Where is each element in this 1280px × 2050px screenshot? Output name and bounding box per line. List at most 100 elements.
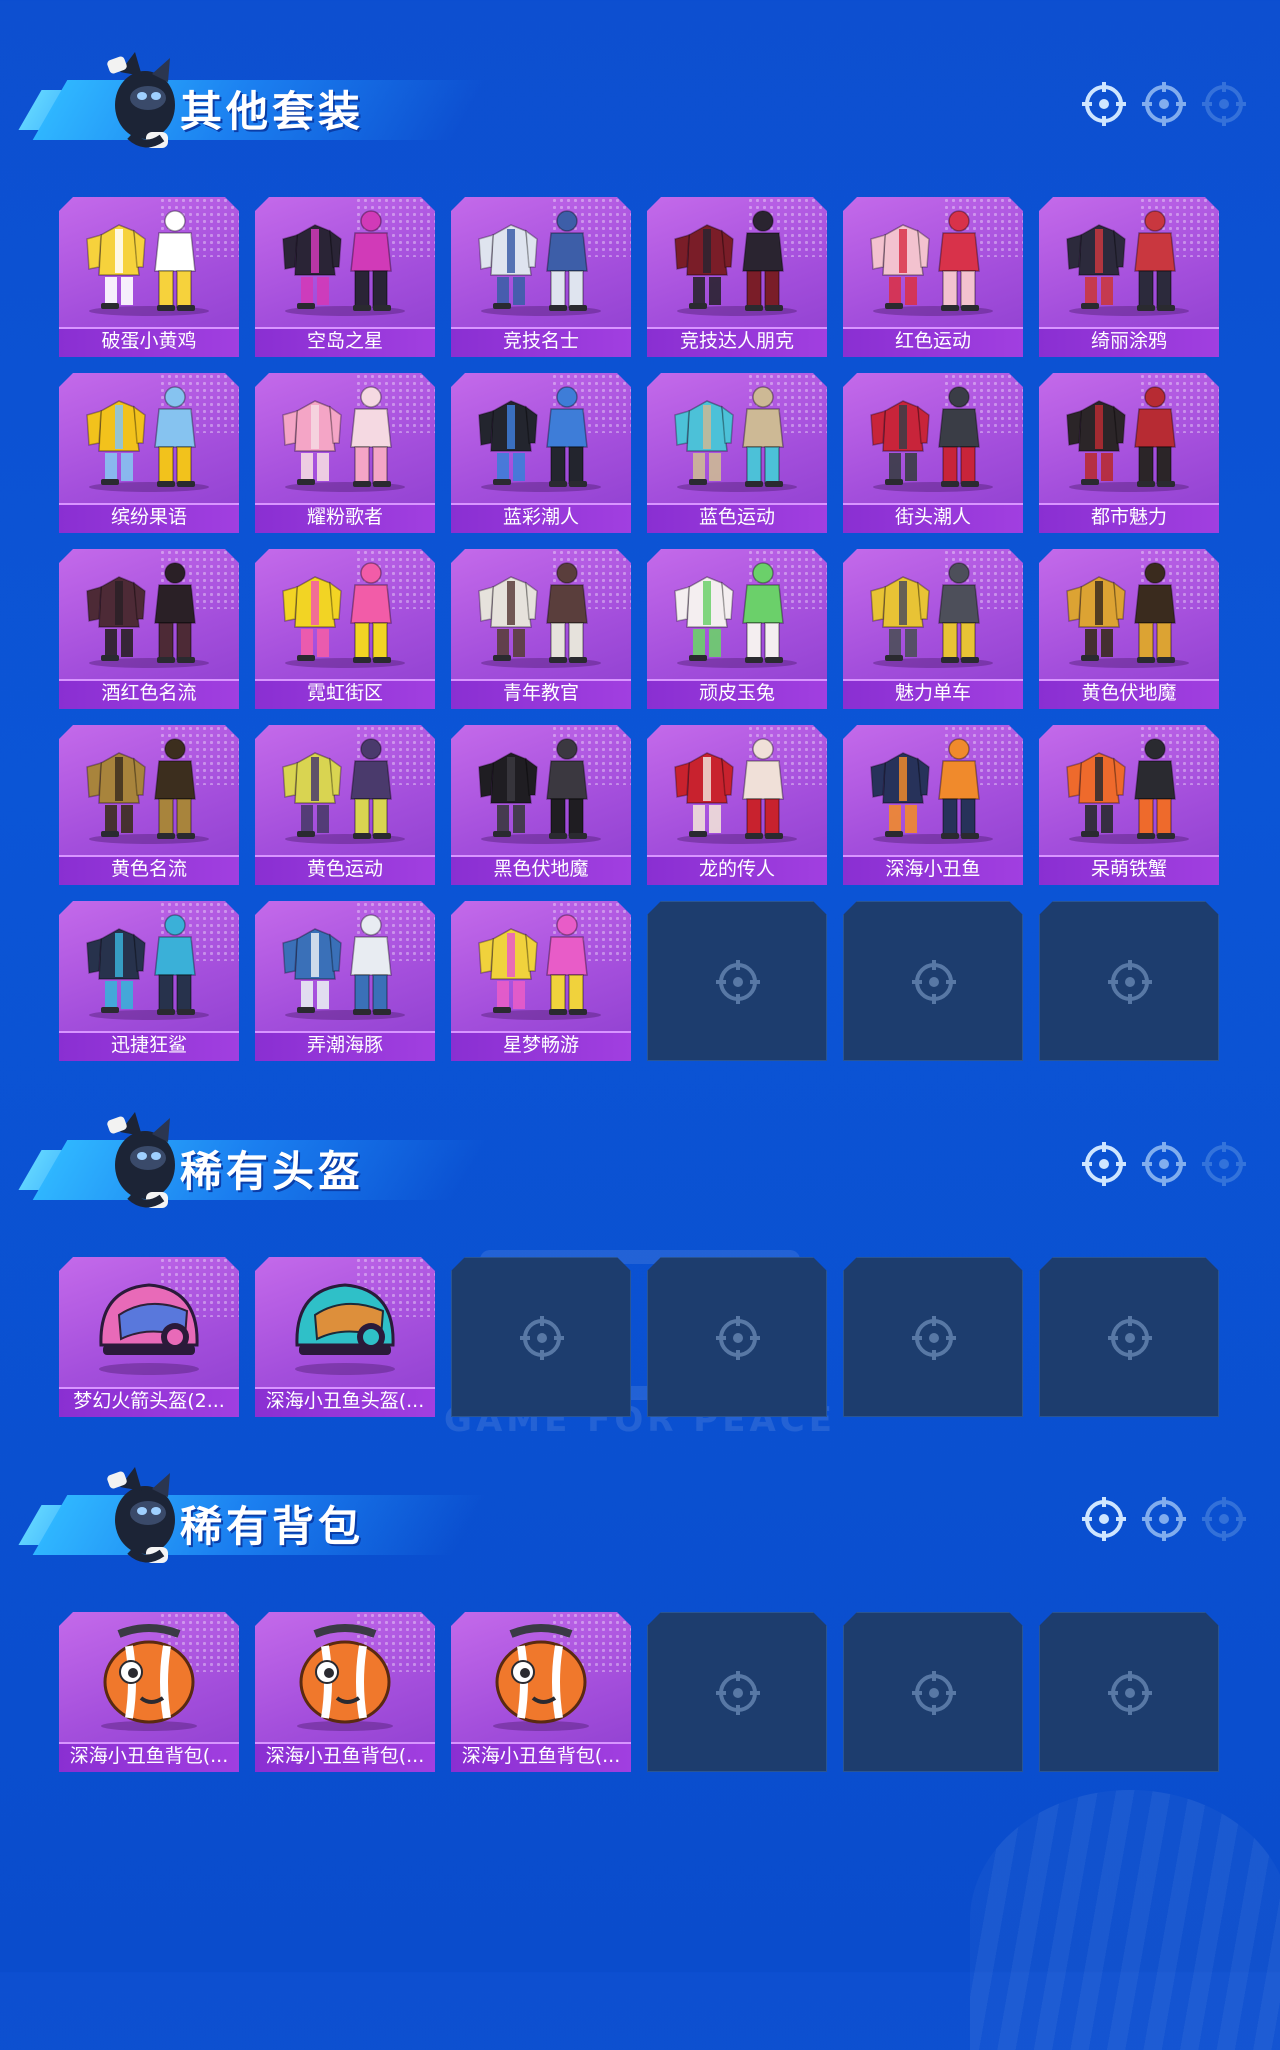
outfit-image [86,914,209,1020]
item-card[interactable]: 破蛋小黄鸡 [59,197,239,357]
item-card[interactable]: 深海小丑鱼背包(... [59,1612,239,1772]
crosshair-icon-svg [1202,82,1246,126]
crosshair-icon [518,1314,566,1362]
item-card[interactable]: 都市魅力 [1039,373,1219,533]
empty-slot [843,901,1023,1061]
outfit-image [86,562,209,668]
item-card[interactable]: 梦幻火箭头盔(2... [59,1257,239,1417]
mascot-icon [90,1465,190,1575]
crosshair-decoration [1080,1495,1250,1545]
crosshair-icon-svg [1108,1316,1152,1360]
item-card[interactable]: 空岛之星 [255,197,435,357]
outfit-image [674,210,797,316]
crosshair-icon [714,1669,762,1717]
item-label: 绮丽涂鸦 [1090,330,1167,352]
crosshair-icon [714,1314,762,1362]
outfit-image [1066,738,1189,844]
item-label: 呆萌铁蟹 [1090,858,1167,880]
crosshair-icon-svg [912,1671,956,1715]
item-label: 弄潮海豚 [306,1034,383,1056]
outfit-image [870,386,993,492]
outfit-image [870,738,993,844]
item-label: 黄色运动 [306,858,383,880]
item-card[interactable]: 红色运动 [843,197,1023,357]
outfit-image [282,562,405,668]
empty-slot [1039,1257,1219,1417]
item-label: 黄色名流 [110,858,187,880]
crosshair-icon [1140,1140,1188,1188]
item-label: 红色运动 [894,330,971,352]
item-card[interactable]: 竞技名士 [451,197,631,357]
item-card[interactable]: 星梦畅游 [451,901,631,1061]
item-label: 深海小丑鱼头盔(... [265,1390,425,1412]
item-card[interactable]: 深海小丑鱼背包(... [451,1612,631,1772]
item-label: 空岛之星 [306,330,383,352]
crosshair-icon [1080,80,1128,128]
item-card[interactable]: 黄色名流 [59,725,239,885]
crosshair-icon [1106,1669,1154,1717]
item-card[interactable]: 蓝彩潮人 [451,373,631,533]
crosshair-icon-svg [1202,1497,1246,1541]
crosshair-icon-svg [1082,1142,1126,1186]
item-label: 都市魅力 [1090,506,1167,528]
crosshair-icon [1200,80,1248,128]
item-card[interactable]: 酒红色名流 [59,549,239,709]
outfit-image [674,562,797,668]
item-card[interactable]: 深海小丑鱼头盔(... [255,1257,435,1417]
item-card[interactable]: 顽皮玉兔 [647,549,827,709]
item-card[interactable]: 绮丽涂鸦 [1039,197,1219,357]
item-card[interactable]: 竞技达人朋克 [647,197,827,357]
crosshair-icon-svg [912,960,956,1004]
item-card[interactable]: 龙的传人 [647,725,827,885]
item-card[interactable]: 深海小丑鱼背包(... [255,1612,435,1772]
item-card[interactable]: 霓虹街区 [255,549,435,709]
item-card[interactable]: 耀粉歌者 [255,373,435,533]
outfit-image [674,386,797,492]
outfit-image [478,210,601,316]
outfit-image [870,562,993,668]
outfit-image [1066,386,1189,492]
crosshair-icon [1200,1140,1248,1188]
empty-slot [843,1257,1023,1417]
item-card[interactable]: 呆萌铁蟹 [1039,725,1219,885]
crosshair-icon-svg [520,1316,564,1360]
outfit-image [282,914,405,1020]
outfit-image [1066,562,1189,668]
outfit-image [478,386,601,492]
item-label: 街头潮人 [894,506,971,528]
item-card[interactable]: 蓝色运动 [647,373,827,533]
crosshair-icon-svg [1082,82,1126,126]
crosshair-icon [1140,80,1188,128]
item-card[interactable]: 黄色运动 [255,725,435,885]
crosshair-icon-svg [1202,1142,1246,1186]
item-label: 耀粉歌者 [306,506,383,528]
item-label: 黄色伏地魔 [1081,682,1177,704]
outfit-image [86,210,209,316]
item-label: 缤纷果语 [110,506,187,528]
empty-slot [1039,901,1219,1061]
outfit-image [86,386,209,492]
outfit-image [674,738,797,844]
item-card[interactable]: 深海小丑鱼 [843,725,1023,885]
item-card[interactable]: 黄色伏地魔 [1039,549,1219,709]
item-card[interactable]: 缤纷果语 [59,373,239,533]
item-card[interactable]: 弄潮海豚 [255,901,435,1061]
crosshair-icon [1200,1495,1248,1543]
item-card[interactable]: 迅捷狂鲨 [59,901,239,1061]
item-label: 竞技达人朋克 [679,330,794,352]
crosshair-icon [910,1314,958,1362]
outfit-image [1066,210,1189,316]
section-header: 稀有头盔 [18,1110,1250,1220]
helmet-image [295,1283,395,1375]
helmet-image [99,1283,199,1375]
item-label: 破蛋小黄鸡 [101,330,197,352]
item-card[interactable]: 青年教官 [451,549,631,709]
item-label: 酒红色名流 [101,682,197,704]
item-label: 青年教官 [502,682,579,704]
section-title: 稀有头盔 [180,1147,365,1196]
item-card[interactable]: 魅力单车 [843,549,1023,709]
item-card[interactable]: 街头潮人 [843,373,1023,533]
item-card[interactable]: 黑色伏地魔 [451,725,631,885]
crosshair-icon [1106,958,1154,1006]
crosshair-icon-svg [716,1316,760,1360]
